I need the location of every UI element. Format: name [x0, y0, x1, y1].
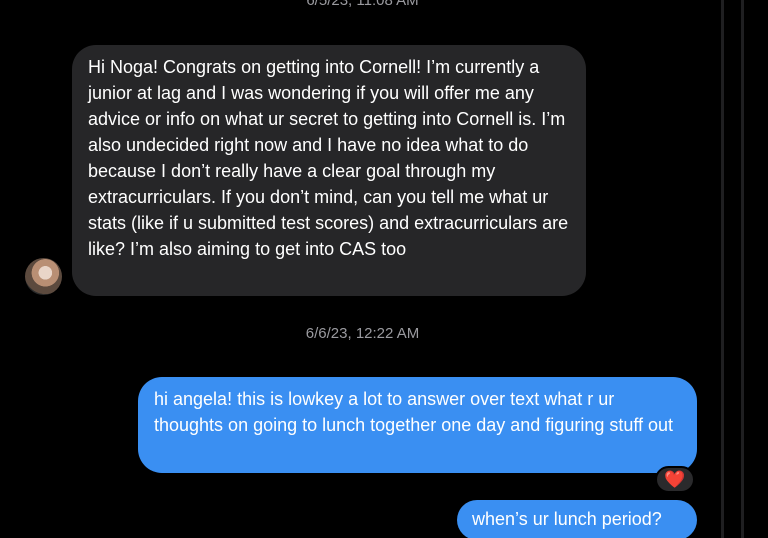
window-divider-2 [741, 0, 744, 538]
window-divider [721, 0, 724, 538]
heart-reaction-icon[interactable]: ❤️ [655, 466, 695, 493]
message-thread[interactable]: 6/5/23, 11:08 AM Hi Noga! Congrats on ge… [0, 0, 768, 538]
timestamp-mid: 6/6/23, 12:22 AM [305, 325, 420, 342]
contact-avatar[interactable] [25, 258, 62, 295]
outgoing-message-bubble-2[interactable]: when’s ur lunch period? [457, 500, 697, 538]
timestamp-top: 6/5/23, 11:08 AM [306, 0, 419, 9]
outgoing-message-bubble[interactable]: hi angela! this is lowkey a lot to answe… [138, 377, 697, 473]
incoming-message-bubble[interactable]: Hi Noga! Congrats on getting into Cornel… [72, 45, 586, 296]
